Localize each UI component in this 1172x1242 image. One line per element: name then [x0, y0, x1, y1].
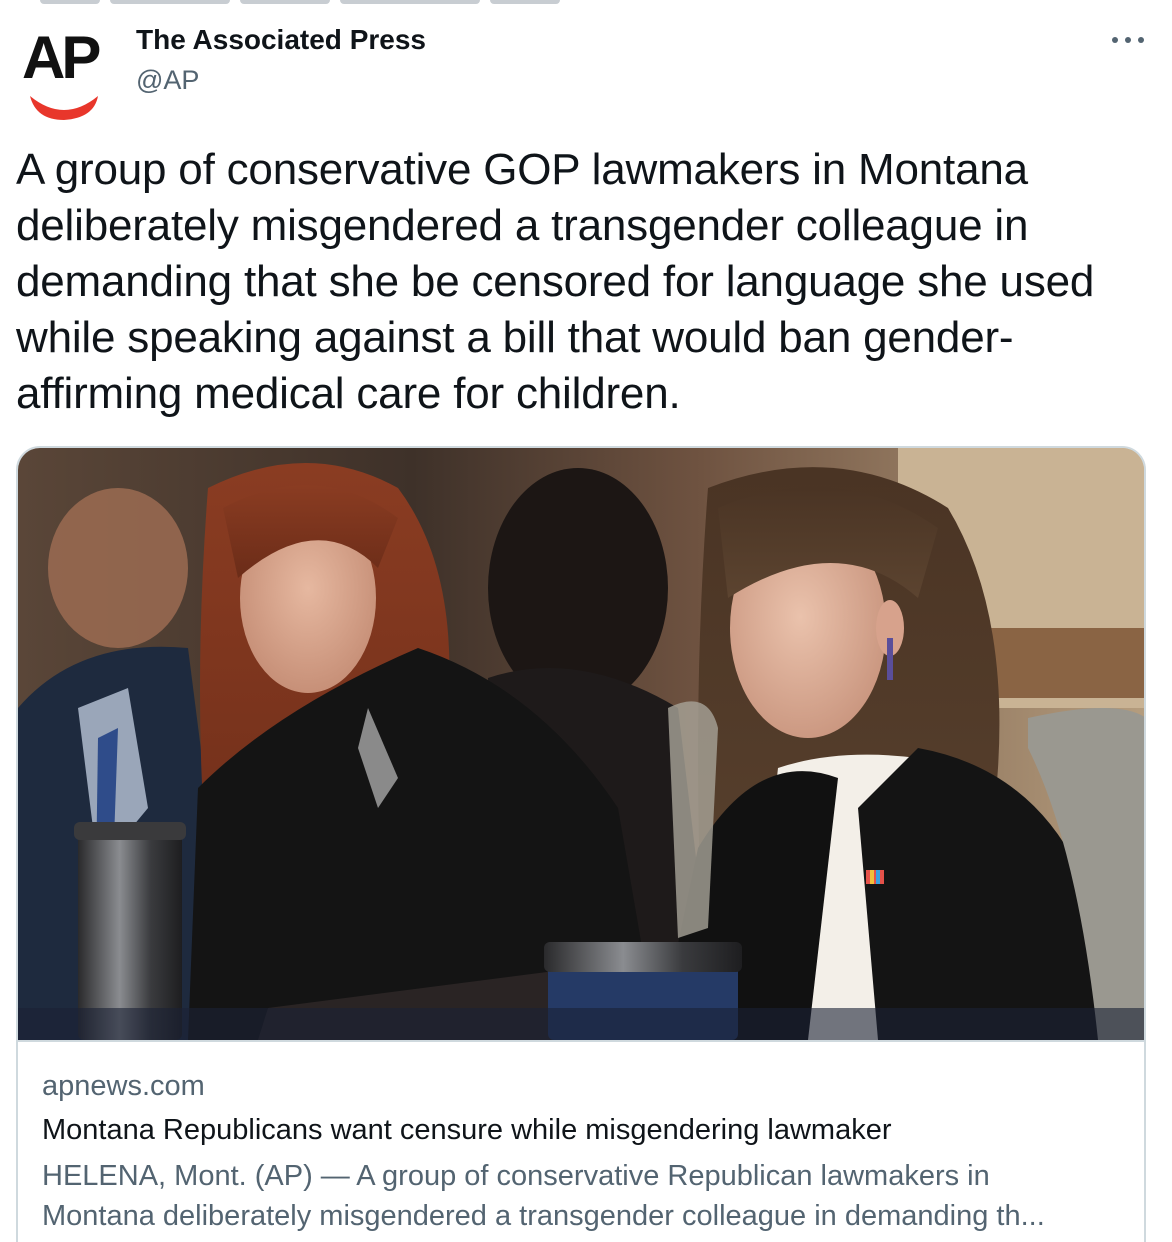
link-card[interactable]: apnews.com Montana Republicans want cens… — [16, 446, 1146, 1242]
author-name[interactable]: The Associated Press — [136, 24, 426, 56]
card-title[interactable]: Montana Republicans want censure while m… — [42, 1112, 1122, 1148]
ap-logo-text: AP — [22, 24, 101, 91]
tweet-header: AP The Associated Press @AP — [0, 0, 1172, 120]
more-horizontal-icon[interactable] — [1108, 28, 1148, 52]
card-divider — [18, 1040, 1144, 1042]
tweet-view: AP The Associated Press @AP A group of c… — [0, 0, 1172, 1242]
ap-logo-swoosh-icon — [30, 96, 98, 120]
author-handle[interactable]: @AP — [136, 64, 199, 96]
card-description: HELENA, Mont. (AP) — A group of conserva… — [42, 1160, 1045, 1232]
card-photo — [18, 448, 1144, 1040]
avatar[interactable]: AP — [18, 22, 110, 120]
tweet-text: A group of conservative GOP lawmakers in… — [16, 145, 1095, 418]
card-domain: apnews.com — [42, 1070, 205, 1102]
